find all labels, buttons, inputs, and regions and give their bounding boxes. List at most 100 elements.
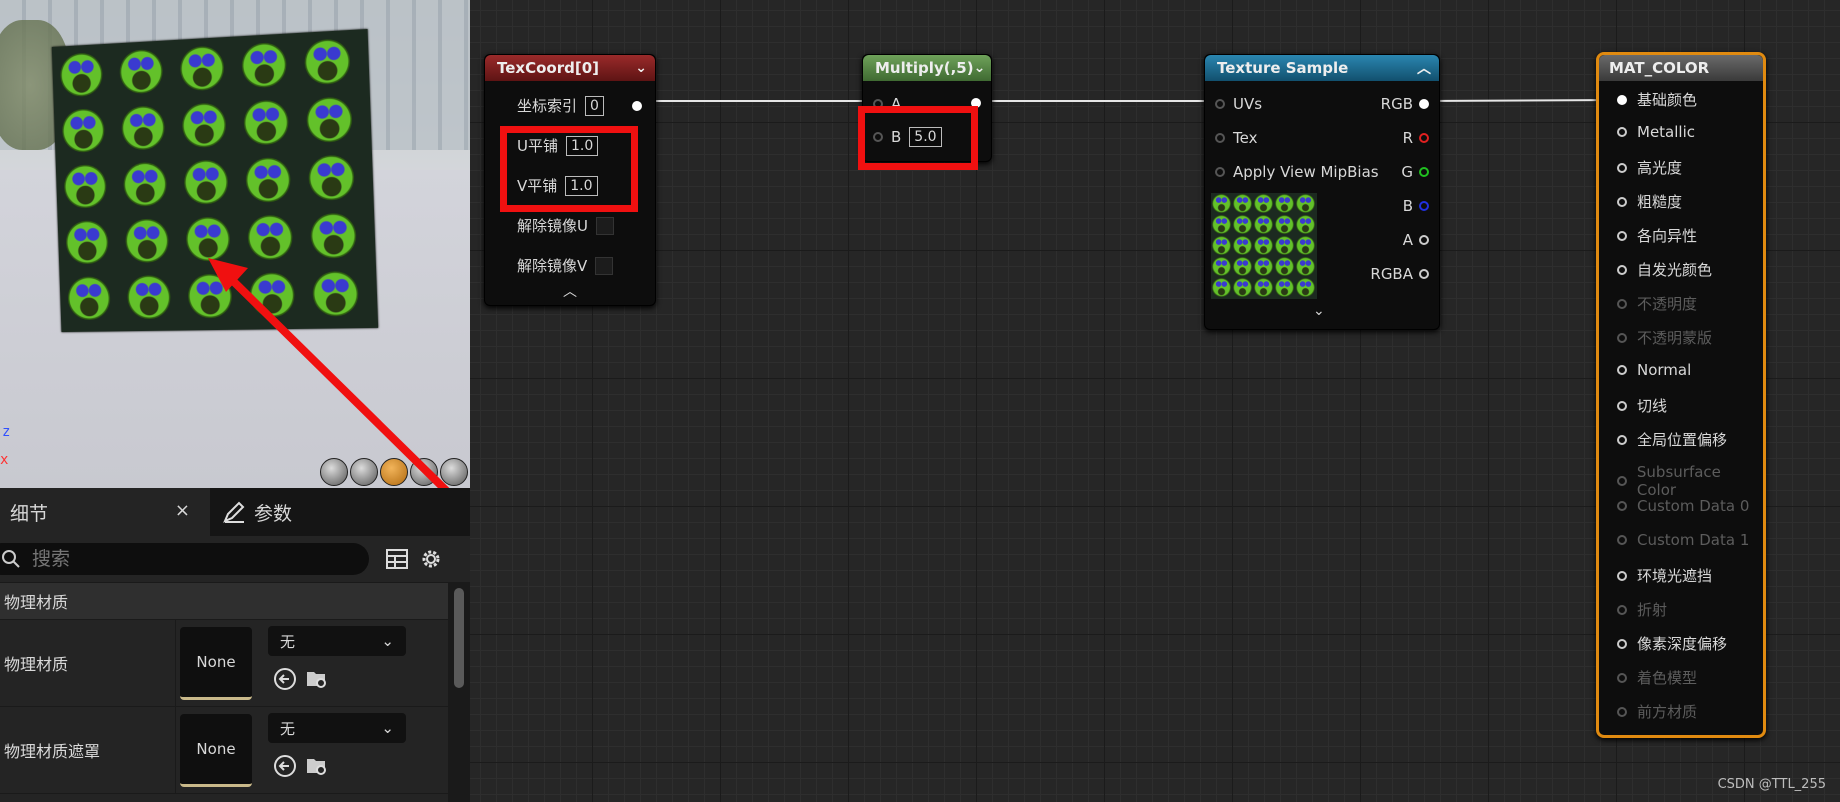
section-header-physical-material[interactable]: 物理材质 [0,582,448,620]
output-pin[interactable] [631,100,642,111]
material-input-row: 各向异性 [1617,225,1697,246]
input-uvs-row: UVs [1215,95,1262,113]
material-input-pin[interactable] [1617,264,1627,275]
material-input-pin[interactable] [1617,604,1627,615]
node-title[interactable]: Multiply(,5) ⌄ [863,55,991,81]
chevron-down-icon[interactable]: ⌄ [974,60,986,76]
material-input-pin[interactable] [1617,706,1627,717]
gear-icon[interactable] [419,547,443,571]
node-title[interactable]: MAT_COLOR [1599,55,1763,81]
node-title[interactable]: Texture Sample ︿ [1205,55,1439,81]
search-box[interactable] [0,543,369,575]
material-input-pin[interactable] [1617,400,1627,411]
chevron-down-icon[interactable]: ⌄ [1313,303,1325,319]
edit-icon [223,501,245,523]
material-input-pin[interactable] [1617,162,1627,173]
use-selected-asset-button[interactable] [272,753,298,779]
material-input-pin[interactable] [1617,535,1627,545]
details-panel: 细节 × 参数 物理材质 物理材质 None 无 ⌄ 物理材质遮罩 None [0,488,470,802]
folder-search-icon [307,759,326,775]
annotation-box-multiply-b [858,106,978,170]
output-pin-b[interactable] [1419,201,1429,211]
texture-thumbnail [1211,193,1317,299]
material-input-pin[interactable] [1617,672,1627,683]
material-input-label: Normal [1637,361,1692,379]
browse-asset-button[interactable] [304,753,330,779]
search-input[interactable] [30,547,334,571]
texture-tile [1233,278,1252,297]
texture-tile [1212,194,1231,213]
material-input-pin[interactable] [1617,230,1627,241]
material-input-row: 环境光遮挡 [1617,565,1712,586]
material-input-row: Normal [1617,361,1691,379]
node-texture-sample[interactable]: Texture Sample ︿ UVs Tex Apply View MipB… [1204,54,1440,330]
material-input-label: 切线 [1637,397,1668,415]
node-title[interactable]: TexCoord[0] ⌄ [485,55,655,81]
texture-tile [1233,215,1252,234]
details-scrollbar[interactable] [448,582,470,802]
annotation-box-tiling [500,126,638,212]
input-pin-mipbias[interactable] [1215,167,1225,177]
material-input-label: 折射 [1637,601,1668,619]
material-input-pin[interactable] [1617,638,1627,649]
texture-tile [1296,278,1315,297]
node-material-result[interactable]: MAT_COLOR 基础颜色 Metallic 高光度 粗糙度 各向异性 自发光颜色 不透明… [1596,52,1766,738]
scrollbar-thumb[interactable] [454,588,464,688]
texture-tile [1296,236,1315,255]
coord-index-field[interactable]: 0 [585,95,604,116]
output-pin-a[interactable] [1419,235,1429,245]
material-input-label: 基础颜色 [1637,91,1698,109]
unmirror-u-checkbox[interactable] [595,216,614,235]
material-input-label: Metallic [1637,123,1695,141]
output-pin-g[interactable] [1419,167,1429,177]
tab-details[interactable]: 细节 × [0,488,210,536]
material-input-pin[interactable] [1617,332,1627,343]
material-input-row: 切线 [1617,395,1667,416]
tab-params[interactable]: 参数 [210,488,292,536]
material-input-label: 不透明蒙版 [1637,329,1713,347]
unmirror-v-checkbox[interactable] [595,256,614,275]
unmirror-v-label: 解除镜像V [517,257,588,275]
watermark: CSDN @TTL_255 [1717,777,1826,792]
texture-tile [1275,278,1294,297]
property-row-physical-material-mask: 物理材质遮罩 None 无 ⌄ [0,707,448,794]
use-selected-asset-button[interactable] [272,666,298,692]
texture-tile [1296,215,1315,234]
texture-tile [1233,236,1252,255]
material-input-row: 前方材质 [1617,701,1697,722]
material-input-label: Subsurface Color [1636,463,1721,499]
close-icon[interactable]: × [175,500,190,521]
table-view-icon[interactable] [385,547,409,571]
material-input-pin[interactable] [1617,365,1627,375]
material-graph-canvas[interactable]: TexCoord[0] ⌄ 坐标索引 0 U平铺 1.0 V平铺 1.0 解除镜… [470,0,1840,802]
output-rgba-label: RGBA [1370,265,1413,283]
texture-tile [1275,236,1294,255]
unmirror-u-row: 解除镜像U [517,215,614,236]
asset-dropdown[interactable]: 无 ⌄ [268,626,406,656]
asset-thumbnail[interactable]: None [180,714,252,787]
texture-tile [1254,215,1273,234]
preview-viewport[interactable]: z x [0,0,470,488]
output-pin-rgba[interactable] [1419,269,1429,279]
texture-tile [1233,257,1252,276]
material-input-pin[interactable] [1617,434,1627,445]
asset-dropdown[interactable]: 无 ⌄ [268,713,406,743]
material-input-pin[interactable] [1617,476,1627,486]
material-input-pin[interactable] [1617,298,1627,309]
chevron-down-icon[interactable]: ⌄ [635,60,647,76]
material-input-pin[interactable] [1617,94,1627,105]
input-pin-uvs[interactable] [1215,99,1225,109]
material-input-pin[interactable] [1617,127,1627,137]
chevron-up-icon[interactable]: ︿ [563,281,577,301]
output-pin-rgb[interactable] [1419,99,1429,109]
input-pin-tex[interactable] [1215,133,1225,143]
material-input-pin[interactable] [1617,570,1627,581]
output-pin-r[interactable] [1419,133,1429,143]
chevron-up-icon[interactable]: ︿ [1417,58,1431,78]
material-input-row: Subsurface Color [1617,463,1763,499]
dropdown-value: 无 [280,719,296,738]
browse-asset-button[interactable] [304,666,330,692]
asset-thumbnail[interactable]: None [180,627,252,700]
material-input-pin[interactable] [1617,196,1627,207]
material-input-pin[interactable] [1617,501,1627,511]
